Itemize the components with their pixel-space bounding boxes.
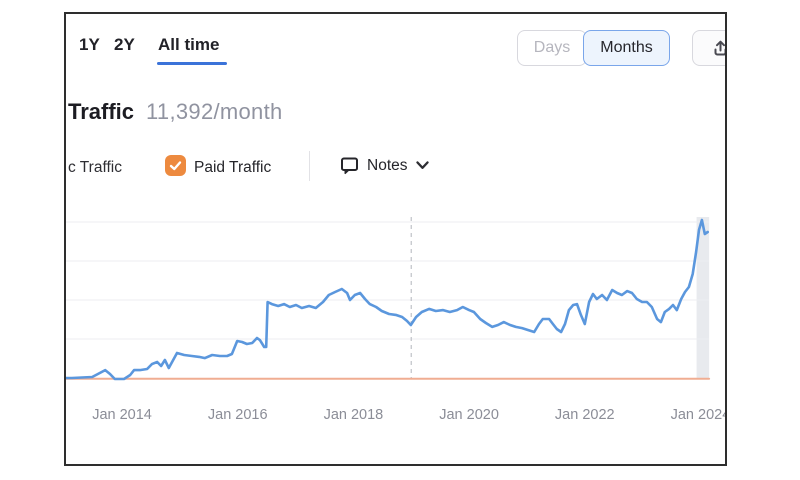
traffic-widget-card: 1Y 2Y All time Days Months Traffic 11,392… <box>64 12 727 466</box>
tab-2y[interactable]: 2Y <box>114 35 135 55</box>
export-icon <box>711 39 728 58</box>
filter-row: c Traffic Paid Traffic Notes <box>66 154 725 184</box>
x-tick-label: Jan 2024 <box>671 407 727 423</box>
traffic-value: 11,392/month <box>146 99 283 124</box>
divider <box>309 151 310 181</box>
screenshot-stage: 1Y 2Y All time Days Months Traffic 11,392… <box>0 0 800 480</box>
x-tick-label: Jan 2016 <box>208 407 268 423</box>
active-tab-underline <box>157 62 227 65</box>
traffic-heading: Traffic 11,392/month <box>68 99 283 127</box>
paid-traffic-label[interactable]: Paid Traffic <box>194 159 271 177</box>
organic-traffic-label-clipped[interactable]: c Traffic <box>68 159 122 177</box>
note-bubble-icon <box>340 156 359 175</box>
x-tick-label: Jan 2014 <box>92 407 152 423</box>
organic-traffic-line <box>64 220 708 379</box>
notes-control[interactable]: Notes <box>340 156 429 175</box>
toggle-months[interactable]: Months <box>583 30 670 66</box>
chevron-down-icon <box>416 161 429 170</box>
tab-1y[interactable]: 1Y <box>79 35 100 55</box>
x-tick-label: Jan 2022 <box>555 407 615 423</box>
export-button[interactable] <box>692 30 727 66</box>
chart-canvas[interactable]: Jan 2014 Jan 2016 Jan 2018 Jan 2020 Jan 2022… <box>66 214 727 444</box>
page-title: Traffic <box>68 99 134 124</box>
checkmark-icon <box>168 158 183 173</box>
notes-label: Notes <box>367 157 408 175</box>
x-tick-label: Jan 2020 <box>439 407 499 423</box>
x-tick-label: Jan 2018 <box>324 407 384 423</box>
toggle-days[interactable]: Days <box>517 30 587 66</box>
paid-traffic-checkbox[interactable] <box>165 155 186 176</box>
tab-all-time[interactable]: All time <box>158 35 219 55</box>
